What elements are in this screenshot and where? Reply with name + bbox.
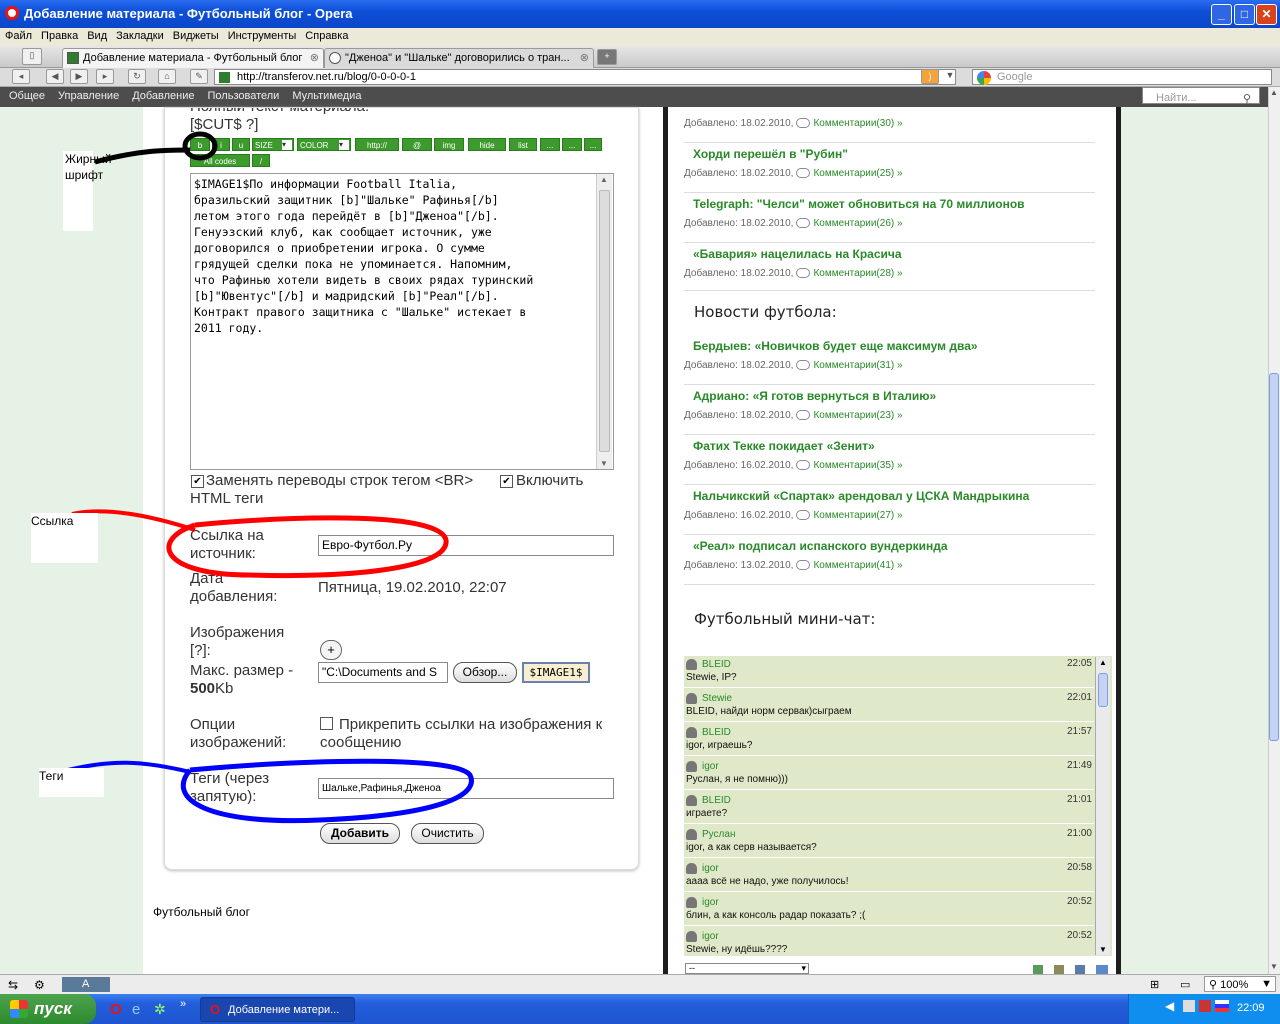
tray-arrow-icon[interactable]: ◀: [1165, 999, 1174, 1013]
security-icon[interactable]: [1199, 1000, 1211, 1012]
dropdown-arrow-icon: ▼: [1261, 978, 1272, 990]
annotation-layer: [67, 131, 474, 824]
panel-label: A: [82, 978, 90, 990]
transfers-icon[interactable]: ⇆: [8, 978, 18, 992]
quicklaunch-more-icon[interactable]: »: [180, 998, 186, 1010]
zoom-icon: ⚲: [1209, 979, 1221, 991]
taskbar-item-label: Добавление матери...: [228, 1004, 340, 1016]
windows-taskbar: [0, 994, 1280, 1024]
zoom-value: 100%: [1220, 979, 1249, 991]
show-images-icon[interactable]: ▭: [1180, 978, 1190, 991]
ie-quicklaunch-icon[interactable]: e: [132, 1001, 140, 1018]
system-tray: ◀ 22:09: [1128, 994, 1280, 1024]
tags-highlight-ellipse: [180, 758, 474, 824]
taskbar-item-opera[interactable]: Добавление матери...: [200, 997, 355, 1022]
unite-icon[interactable]: ⚙: [34, 978, 45, 992]
start-label: пуск: [34, 999, 72, 1018]
clock: 22:09: [1237, 1002, 1265, 1014]
browser-status-bar: ⇆ ⚙ A ⊞ ▭ ⚲ 100% ▼: [0, 974, 1280, 994]
annotation-bold-note: Жирный шрифт: [63, 151, 111, 231]
source-highlight-ellipse: [166, 515, 449, 579]
bold-highlight-circle: [182, 131, 218, 161]
zoom-select[interactable]: ⚲ 100% ▼: [1204, 976, 1276, 992]
windows-logo-icon: [10, 1000, 28, 1018]
opera-quicklaunch-icon[interactable]: O: [110, 1001, 122, 1018]
app-quicklaunch-icon[interactable]: ✲: [154, 1001, 166, 1018]
opera-logo-icon: O: [210, 1002, 221, 1017]
annotation-tags-note: Теги: [39, 768, 104, 797]
network-icon[interactable]: [1183, 1000, 1195, 1012]
annotation-link-note: Ссылка: [31, 513, 98, 563]
panel-indicator[interactable]: A: [62, 977, 110, 992]
view-icon[interactable]: ⊞: [1150, 978, 1159, 991]
russia-flag-icon: [1215, 1000, 1229, 1012]
